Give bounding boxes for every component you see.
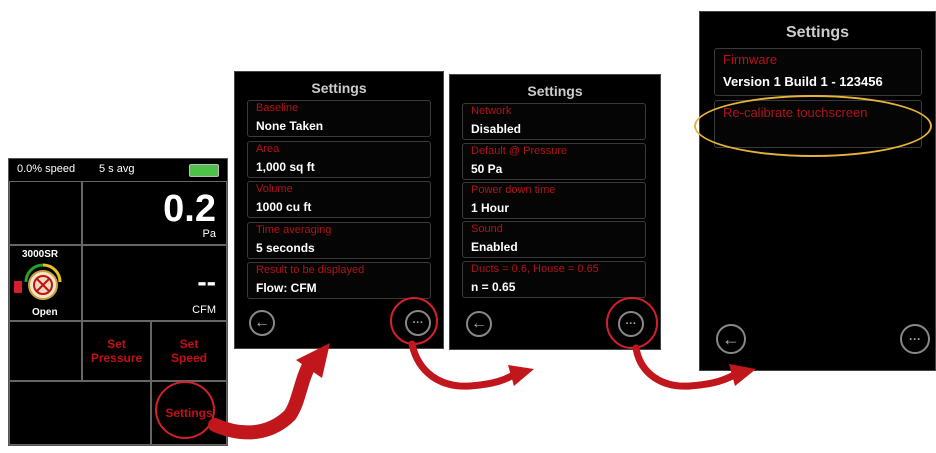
arrow-to-panel-1 [208, 353, 319, 440]
arrow-to-panel-3 [632, 344, 740, 390]
arrow-to-panel-2 [408, 340, 519, 390]
arrow-to-panel-3-head [729, 364, 756, 386]
arrow-to-panel-2-head [508, 365, 534, 386]
flow-arrows [208, 340, 756, 440]
